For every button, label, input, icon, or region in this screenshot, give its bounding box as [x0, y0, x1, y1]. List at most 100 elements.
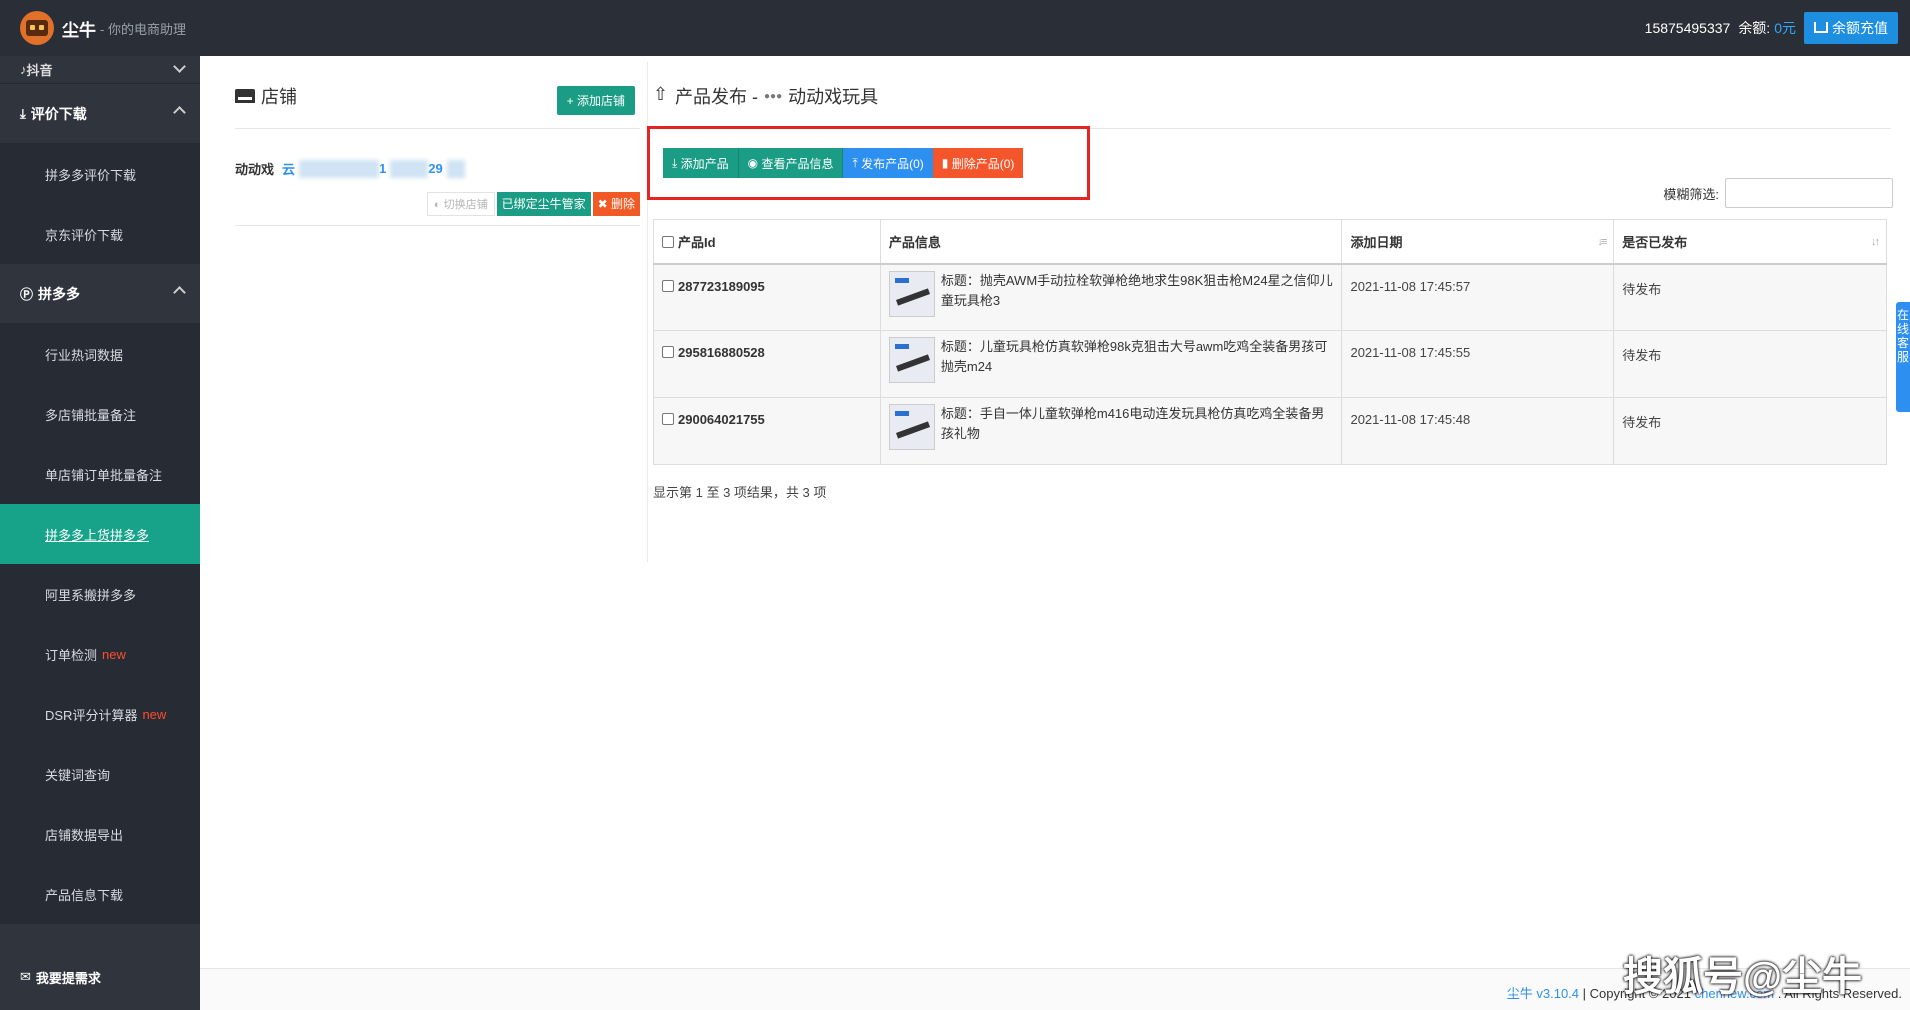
sidebar-item-keyword[interactable]: 关键词查询 [0, 744, 200, 804]
sidebar-item-order-check[interactable]: 订单检测 new [0, 624, 200, 684]
balance-value[interactable]: 0元 [1774, 18, 1796, 38]
product-panel-title: 产品发布 - ●●● 动动戏玩具 [653, 76, 1893, 116]
sort-icon[interactable]: ↓≡ [1597, 236, 1607, 248]
product-table: 产品Id 产品信息 添加日期 ↓≡ 是否已发布 ↓↑ 287723189095 标题… [653, 219, 1887, 465]
product-date: 2021-11-08 17:45:57 [1341, 263, 1615, 331]
product-title: 标题：抛壳AWM手动拉栓软弹枪绝地求生98K狙击枪M24星之信仰儿童玩具枪3 [940, 272, 1333, 308]
sidebar-item-feedback[interactable]: ✉ 我要提需求 [0, 944, 200, 1010]
chevron-up-icon [173, 106, 186, 119]
view-product-label: 查看产品信息 [761, 156, 834, 171]
switch-shop-button[interactable]: ◐ 切换店铺 [426, 192, 495, 216]
recharge-button[interactable]: 余额充值 [1804, 12, 1898, 44]
sort-icon[interactable]: ↓↑ [1871, 236, 1880, 248]
sidebar-item-product-download[interactable]: 产品信息下载 [0, 864, 200, 924]
column-label: 产品信息 [888, 234, 941, 250]
sidebar-group-pdd[interactable]: Ⓟ 拼多多 [0, 264, 200, 324]
sidebar-item-jd-review[interactable]: 京东评价下载 [0, 204, 200, 264]
product-status: 待发布 [1613, 397, 1887, 465]
product-info-cell: 标题：手自一体儿童软弹枪m416电动连发玩具枪仿真吃鸡全装备男孩礼物 [879, 397, 1343, 465]
sidebar-item-label: DSR评分计算器 [45, 707, 138, 723]
column-product-info: 产品信息 [879, 219, 1343, 265]
sidebar-group-label: 拼多多 [38, 285, 81, 302]
publish-product-label: 发布产品(0) [861, 156, 924, 171]
bound-button[interactable]: 已绑定尘牛管家 [496, 192, 591, 216]
sidebar-item-label: 我要提需求 [35, 970, 101, 986]
shop-name: 动动戏 云 1 29 [235, 159, 640, 178]
view-product-button[interactable]: ◉ 查看产品信息 [738, 148, 844, 178]
sidebar: ♪ 抖音 ⤓ 评价下载 拼多多评价下载 京东评价下载 Ⓟ 拼多多 行业热词数据 … [0, 56, 200, 1010]
product-id-cell: 295816880528 [653, 330, 881, 398]
redacted-block [299, 159, 380, 178]
sidebar-item-single-shop-note[interactable]: 单店铺订单批量备注 [0, 444, 200, 504]
sidebar-item-shop-export[interactable]: 店铺数据导出 [0, 804, 200, 864]
table-header: 产品Id 产品信息 添加日期 ↓≡ 是否已发布 ↓↑ [653, 219, 1887, 265]
sidebar-group-review-download[interactable]: ⤓ 评价下载 [0, 84, 200, 144]
select-all-checkbox[interactable] [662, 235, 674, 248]
chevron-up-icon [173, 286, 186, 299]
product-id-cell: 290064021755 [653, 397, 881, 465]
logo-icon [20, 11, 54, 45]
product-shop-name: 动动戏玩具 [788, 87, 879, 107]
sidebar-item-ali-to-pdd[interactable]: 阿里系搬拼多多 [0, 564, 200, 624]
product-date: 2021-11-08 17:45:55 [1341, 330, 1615, 398]
add-shop-button[interactable]: + 添加店铺 [556, 86, 635, 115]
row-checkbox[interactable] [662, 279, 674, 292]
delete-product-button[interactable]: ▮ 删除产品(0) [932, 148, 1024, 178]
column-label: 是否已发布 [1622, 234, 1688, 250]
column-add-date[interactable]: 添加日期 ↓≡ [1341, 219, 1615, 265]
balance-label: 余额: [1738, 20, 1771, 36]
shop-id-suffix: 29 [428, 161, 443, 176]
table-row[interactable]: 287723189095 标题：抛壳AWM手动拉栓软弹枪绝地求生98K狙击枪M2… [653, 263, 1887, 331]
footer-brand[interactable]: 尘牛 v3.10.4 [1507, 986, 1579, 1001]
shop-panel: 店铺 + 添加店铺 动动戏 云 1 29 ◐ 切换店铺 已绑定尘牛管家 ✖ 删除 [235, 76, 640, 226]
logo[interactable]: 尘牛 - 你的电商助理 [0, 11, 186, 45]
product-thumbnail[interactable] [888, 337, 935, 383]
publish-product-button[interactable]: ⤒ 发布产品(0) [843, 148, 933, 178]
shop-title-text: 店铺 [261, 87, 297, 107]
sidebar-item-dsr[interactable]: DSR评分计算器 new [0, 684, 200, 744]
redacted-block [390, 159, 429, 178]
product-title: 标题：手自一体儿童软弹枪m416电动连发玩具枪仿真吃鸡全装备男孩礼物 [940, 406, 1325, 441]
table-row[interactable]: 290064021755 标题：手自一体儿童软弹枪m416电动连发玩具枪仿真吃鸡… [653, 397, 1887, 465]
table-row[interactable]: 295816880528 标题：儿童玩具枪仿真软弹枪98k克狙击大号awm吃鸡全… [653, 330, 1887, 398]
delete-label: 删除 [610, 197, 635, 211]
add-product-button[interactable]: ⤓ 添加产品 [663, 148, 739, 178]
delete-product-label: 删除产品(0) [951, 156, 1015, 171]
sidebar-item-pdd-upload[interactable]: 拼多多上货拼多多 [0, 504, 200, 564]
product-thumbnail[interactable] [888, 404, 935, 450]
sidebar-item-multi-shop-note[interactable]: 多店铺批量备注 [0, 384, 200, 444]
sidebar-item-pdd-review[interactable]: 拼多多评价下载 [0, 144, 200, 204]
product-id-cell: 287723189095 [653, 263, 881, 331]
app-subtitle: - 你的电商助理 [100, 21, 186, 37]
product-thumbnail[interactable] [888, 270, 935, 317]
online-service-tab[interactable]: 在线客服 [1896, 302, 1910, 412]
product-title-text: 产品发布 - [675, 87, 758, 107]
watermark: 搜狐号@尘牛 [1622, 955, 1862, 999]
sidebar-group-douyin[interactable]: ♪ 抖音 [0, 56, 200, 84]
column-label: 添加日期 [1350, 234, 1403, 250]
filter-input[interactable] [1725, 178, 1893, 208]
sidebar-item-hot-words[interactable]: 行业热词数据 [0, 324, 200, 384]
row-checkbox[interactable] [662, 413, 674, 425]
column-product-id[interactable]: 产品Id [653, 219, 881, 265]
product-id: 290064021755 [678, 412, 765, 427]
filter-label: 模糊筛选: [1663, 186, 1719, 202]
product-info-cell: 标题：儿童玩具枪仿真软弹枪98k克狙击大号awm吃鸡全装备男孩可抛壳m24 [879, 330, 1343, 398]
result-info: 显示第 1 至 3 项结果，共 3 项 [653, 485, 827, 500]
shop-name-text: 动动戏 [235, 162, 275, 177]
row-checkbox[interactable] [662, 346, 674, 358]
product-status: 待发布 [1613, 330, 1887, 398]
top-bar: 尘牛 - 你的电商助理 15875495337 余额: 0元 余额充值 [0, 0, 1910, 56]
sidebar-group-label: 抖音 [26, 63, 53, 78]
account-area: 15875495337 余额: 0元 余额充值 [1645, 0, 1898, 56]
delete-shop-button[interactable]: ✖ 删除 [592, 192, 640, 216]
shop-row[interactable]: 动动戏 云 1 29 ◐ 切换店铺 已绑定尘牛管家 ✖ 删除 [235, 129, 640, 226]
product-button-group: ⤓ 添加产品 ◉ 查看产品信息 ⤒ 发布产品(0) ▮ 删除产品(0) [663, 148, 1024, 178]
add-shop-label: 添加店铺 [576, 94, 625, 108]
shop-avatar-icon: ●●● [764, 90, 783, 102]
column-published[interactable]: 是否已发布 ↓↑ [1613, 219, 1887, 265]
mail-icon: ✉ [20, 969, 31, 984]
chevron-down-icon [173, 60, 186, 73]
cart-icon [1814, 21, 1828, 33]
add-product-label: 添加产品 [680, 156, 729, 171]
